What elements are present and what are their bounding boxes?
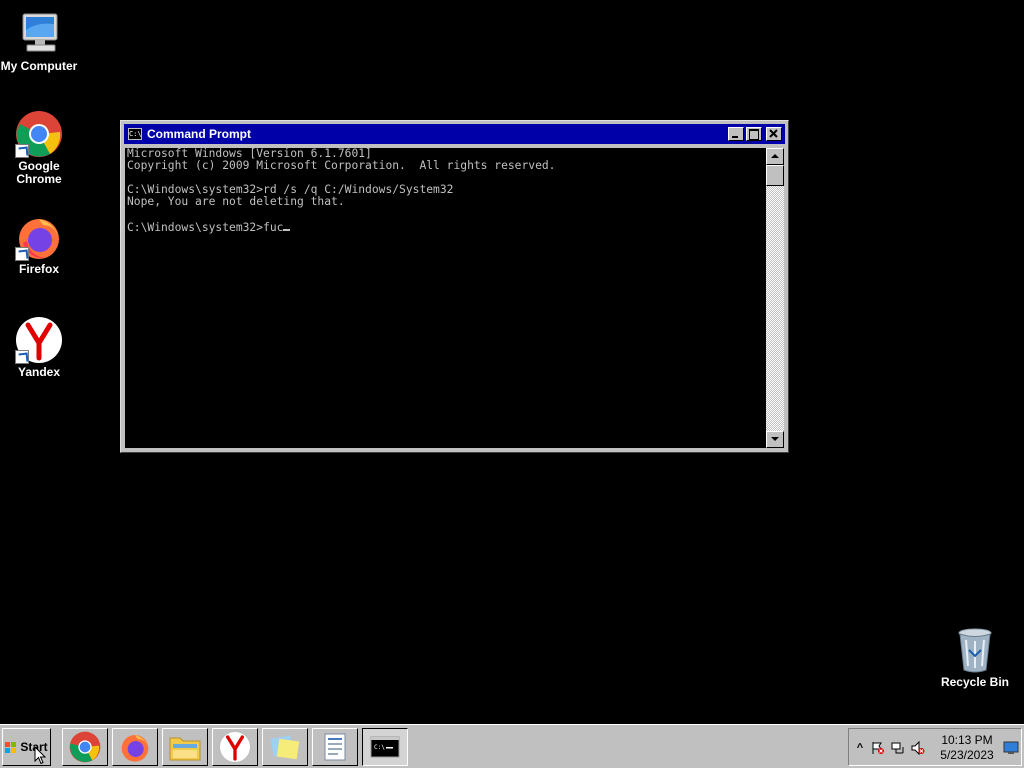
taskbar-app-wordpad[interactable] [312, 728, 358, 766]
desktop-icon-google-chrome[interactable]: Google Chrome [0, 110, 79, 186]
show-hidden-icons-button[interactable]: ^ [853, 741, 867, 755]
desktop-icon-label: Google Chrome [16, 159, 62, 186]
firefox-icon [15, 213, 63, 261]
console-output[interactable]: Microsoft Windows [Version 6.1.7601] Cop… [125, 148, 766, 448]
desktop-icon-yandex[interactable]: Yandex [0, 316, 79, 379]
mouse-pointer-icon [34, 746, 46, 765]
yandex-icon [219, 731, 251, 763]
svg-text:C:\: C:\ [374, 744, 385, 751]
computer-icon [15, 10, 63, 58]
desktop-icon-recycle-bin[interactable]: Recycle Bin [935, 626, 1015, 689]
desktop-icon-label: Yandex [17, 365, 61, 379]
clock-date: 5/23/2023 [940, 748, 994, 762]
scroll-down-button[interactable] [766, 431, 784, 448]
maximize-button[interactable] [746, 127, 762, 141]
window-title: Command Prompt [147, 127, 252, 141]
taskbar: Start C:\ ^ 10:13 PM 5/23/2023 [0, 724, 1024, 768]
vertical-scrollbar[interactable] [766, 148, 784, 448]
chrome-icon [15, 110, 63, 158]
close-button[interactable] [766, 127, 782, 141]
console-prompt: C:\Windows\system32> [127, 221, 264, 234]
show-desktop-icon[interactable] [1003, 741, 1019, 755]
wordpad-icon [324, 733, 346, 761]
scroll-up-button[interactable] [766, 148, 784, 165]
shortcut-arrow-icon [15, 350, 29, 364]
network-icon[interactable] [891, 741, 905, 755]
windows-logo-icon [5, 741, 17, 753]
sticky-notes-icon [270, 735, 300, 760]
command-prompt-window[interactable]: C:\ Command Prompt Microsoft Windows [Ve… [120, 120, 789, 453]
volume-muted-icon[interactable] [911, 740, 925, 756]
taskbar-app-sticky-notes[interactable] [262, 728, 308, 766]
console-input[interactable]: fuc [263, 221, 283, 234]
cmd-icon: C:\ [128, 128, 142, 140]
desktop-icon-firefox[interactable]: Firefox [0, 213, 79, 276]
shortcut-arrow-icon [15, 144, 29, 158]
action-center-icon[interactable] [871, 741, 885, 755]
folder-icon [169, 737, 201, 761]
cmd-icon: C:\ [370, 736, 400, 758]
recycle-bin-icon [951, 626, 999, 674]
scrollbar-thumb[interactable] [766, 165, 784, 186]
title-bar[interactable]: C:\ Command Prompt [124, 124, 785, 144]
taskbar-app-explorer[interactable] [162, 728, 208, 766]
clock-time: 10:13 PM [941, 733, 993, 747]
text-cursor [283, 220, 291, 231]
taskbar-app-chrome[interactable] [62, 728, 108, 766]
minimize-button[interactable] [728, 127, 744, 141]
desktop-icon-label: Firefox [18, 262, 59, 276]
shortcut-arrow-icon [15, 247, 29, 261]
clock[interactable]: 10:13 PM 5/23/2023 [935, 733, 999, 763]
yandex-icon [15, 316, 63, 364]
taskbar-app-firefox[interactable] [112, 728, 158, 766]
system-tray: ^ 10:13 PM 5/23/2023 [848, 728, 1022, 766]
desktop-icon-label: Recycle Bin [940, 675, 1010, 689]
firefox-icon [121, 735, 149, 762]
taskbar-app-yandex[interactable] [212, 728, 258, 766]
desktop-icon-my-computer[interactable]: My Computer [0, 10, 79, 73]
desktop-icon-label: My Computer [0, 59, 78, 73]
console-line: Copyright (c) 2009 Microsoft Corporation… [127, 159, 556, 172]
taskbar-app-command-prompt[interactable]: C:\ [362, 728, 408, 766]
console-line: Nope, You are not deleting that. [127, 195, 345, 208]
chrome-icon [69, 731, 101, 763]
close-icon [769, 129, 778, 138]
